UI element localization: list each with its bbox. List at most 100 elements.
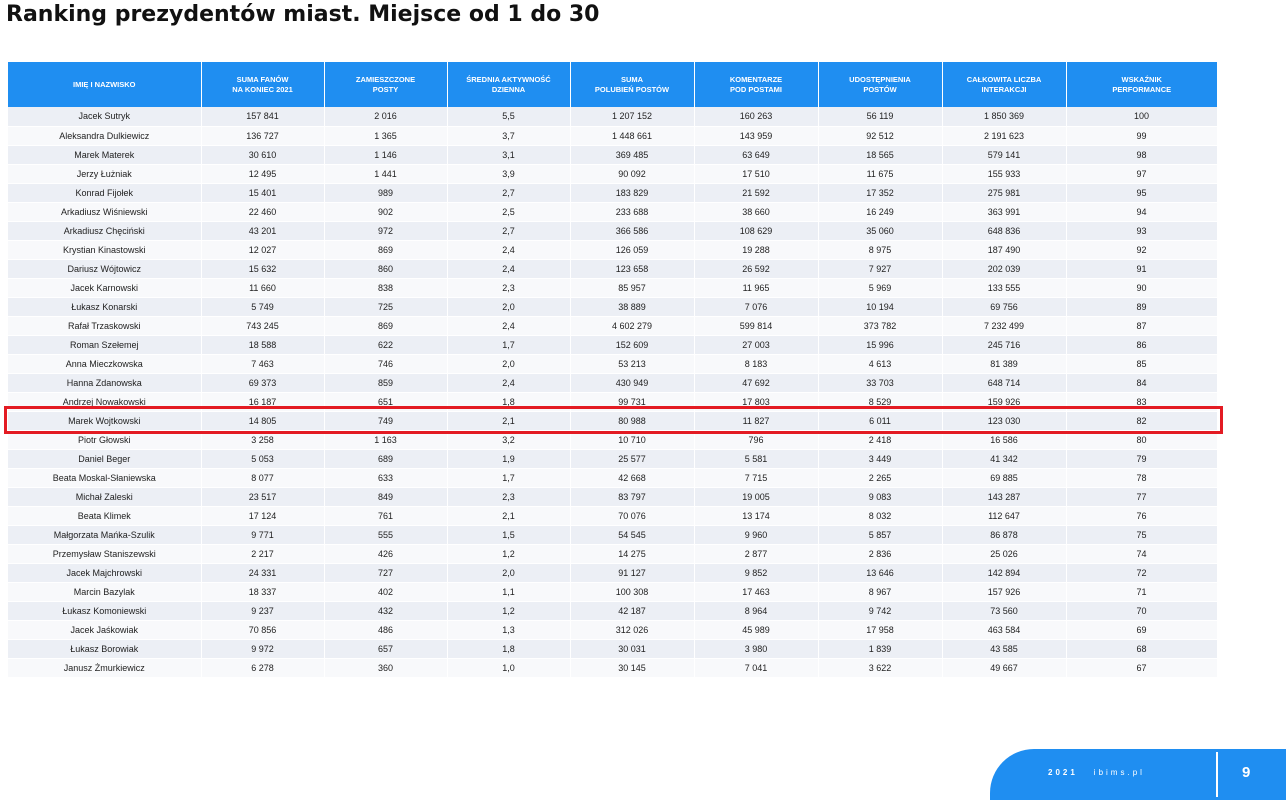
cell-col-shares: 8 032: [818, 506, 943, 526]
cell-col-daily-activity: 2,5: [447, 202, 571, 222]
cell-col-daily-activity: 1,8: [447, 639, 571, 659]
table-row: Hanna Zdanowska 69 373 859 2,4 430 949 47 692…: [8, 373, 1218, 393]
cell-col-name: Małgorzata Mańka-Szulik: [8, 525, 202, 545]
table-row: Jerzy Łużniak 12 495 1 441 3,9 90 092 17 510 1…: [8, 164, 1218, 184]
cell-col-performance: 78: [1066, 468, 1218, 488]
cell-col-fans: 18 588: [201, 335, 325, 355]
cell-col-name: Łukasz Konarski: [8, 297, 202, 317]
header-col-comments: KOMENTARZE POD POSTAMI: [694, 62, 819, 107]
cell-col-performance: 79: [1066, 449, 1218, 469]
cell-col-name: Jacek Sutryk: [8, 107, 202, 127]
header-line: SUMA FANÓW: [236, 74, 289, 84]
cell-col-comments: 26 592: [694, 259, 819, 279]
footer-text: 2021 ibims.pl: [1048, 768, 1145, 777]
cell-col-comments: 8 183: [694, 354, 819, 374]
cell-col-likes: 38 889: [570, 297, 695, 317]
cell-col-comments: 9 960: [694, 525, 819, 545]
header-col-posts: ZAMIESZCZONE POSTY: [324, 62, 448, 107]
cell-col-likes: 369 485: [570, 145, 695, 165]
cell-col-shares: 4 613: [818, 354, 943, 374]
cell-col-posts: 838: [324, 278, 448, 298]
table-row: Jacek Karnowski 11 660 838 2,3 85 957 11 965 5…: [8, 278, 1218, 298]
cell-col-daily-activity: 1,9: [447, 449, 571, 469]
cell-col-posts: 657: [324, 639, 448, 659]
cell-col-name: Marcin Bazylak: [8, 582, 202, 602]
cell-col-posts: 972: [324, 221, 448, 241]
header-line: ŚREDNIA AKTYWNOŚĆ DZIENNA: [466, 74, 551, 94]
cell-col-interactions: 463 584: [942, 620, 1067, 640]
cell-col-name: Anna Mieczkowska: [8, 354, 202, 374]
cell-col-interactions: 25 026: [942, 544, 1067, 564]
cell-col-likes: 91 127: [570, 563, 695, 583]
cell-col-shares: 9 083: [818, 487, 943, 507]
cell-col-interactions: 157 926: [942, 582, 1067, 602]
cell-col-posts: 761: [324, 506, 448, 526]
cell-col-fans: 15 401: [201, 183, 325, 203]
cell-col-interactions: 81 389: [942, 354, 1067, 374]
header-col-shares: UDOSTĘPNIENIA POSTÓW: [818, 62, 943, 107]
table-row: Daniel Beger 5 053 689 1,9 25 577 5 581 3 449 4…: [8, 449, 1218, 469]
cell-col-interactions: 579 141: [942, 145, 1067, 165]
cell-col-name: Hanna Zdanowska: [8, 373, 202, 393]
cell-col-fans: 2 217: [201, 544, 325, 564]
cell-col-interactions: 112 647: [942, 506, 1067, 526]
cell-col-performance: 95: [1066, 183, 1218, 203]
cell-col-fans: 9 771: [201, 525, 325, 545]
cell-col-daily-activity: 2,0: [447, 354, 571, 374]
header-col-fans: SUMA FANÓW NA KONIEC 2021: [201, 62, 325, 107]
cell-col-performance: 91: [1066, 259, 1218, 279]
cell-col-shares: 1 839: [818, 639, 943, 659]
cell-col-fans: 9 972: [201, 639, 325, 659]
cell-col-name: Daniel Beger: [8, 449, 202, 469]
cell-col-comments: 13 174: [694, 506, 819, 526]
cell-col-performance: 86: [1066, 335, 1218, 355]
cell-col-performance: 100: [1066, 107, 1218, 127]
cell-col-likes: 183 829: [570, 183, 695, 203]
cell-col-name: Beata Moskal-Słaniewska: [8, 468, 202, 488]
highlight-box: [4, 406, 1223, 434]
cell-col-name: Beata Klimek: [8, 506, 202, 526]
cell-col-fans: 743 245: [201, 316, 325, 336]
header-line: SUMA: [620, 74, 644, 84]
cell-col-posts: 869: [324, 316, 448, 336]
cell-col-daily-activity: 2,0: [447, 563, 571, 583]
page-title: Ranking prezydentów miast. Miejsce od 1 …: [6, 2, 600, 27]
cell-col-interactions: 73 560: [942, 601, 1067, 621]
cell-col-likes: 366 586: [570, 221, 695, 241]
cell-col-fans: 22 460: [201, 202, 325, 222]
table-row: Arkadiusz Chęciński 43 201 972 2,7 366 586 10…: [8, 221, 1218, 241]
table-row: Roman Szełemej 18 588 622 1,7 152 609 27 003 1…: [8, 335, 1218, 355]
cell-col-daily-activity: 1,7: [447, 468, 571, 488]
cell-col-interactions: 2 191 623: [942, 126, 1067, 146]
cell-col-performance: 71: [1066, 582, 1218, 602]
cell-col-likes: 126 059: [570, 240, 695, 260]
cell-col-name: Jacek Karnowski: [8, 278, 202, 298]
table-row: Przemysław Staniszewski 2 217 426 1,2 14 275…: [8, 544, 1218, 564]
cell-col-daily-activity: 5,5: [447, 107, 571, 127]
cell-col-comments: 45 989: [694, 620, 819, 640]
cell-col-posts: 860: [324, 259, 448, 279]
cell-col-likes: 14 275: [570, 544, 695, 564]
cell-col-posts: 689: [324, 449, 448, 469]
cell-col-posts: 1 365: [324, 126, 448, 146]
footer-year: 2021: [1048, 768, 1078, 777]
cell-col-performance: 75: [1066, 525, 1218, 545]
table-row: Arkadiusz Wiśniewski 22 460 902 2,5 233 688 3…: [8, 202, 1218, 222]
cell-col-shares: 9 742: [818, 601, 943, 621]
table-header-row: IMIĘ I NAZWISKO SUMA FANÓW NA KONIEC 2021 Z…: [8, 62, 1217, 107]
header-line: INTERAKCJI: [981, 84, 1027, 94]
page-number: 9: [1242, 764, 1251, 781]
table-row: Jacek Sutryk 157 841 2 016 5,5 1 207 152 160 …: [8, 107, 1218, 127]
header-line: POLUBIEŃ POSTÓW: [594, 84, 670, 94]
cell-col-interactions: 648 714: [942, 373, 1067, 393]
table-row: Anna Mieczkowska 7 463 746 2,0 53 213 8 183 4 …: [8, 354, 1218, 374]
cell-col-performance: 76: [1066, 506, 1218, 526]
cell-col-shares: 13 646: [818, 563, 943, 583]
cell-col-comments: 17 510: [694, 164, 819, 184]
cell-col-daily-activity: 1,5: [447, 525, 571, 545]
cell-col-name: Roman Szełemej: [8, 335, 202, 355]
cell-col-daily-activity: 1,2: [447, 601, 571, 621]
cell-col-likes: 123 658: [570, 259, 695, 279]
cell-col-performance: 92: [1066, 240, 1218, 260]
header-line: KOMENTARZE: [729, 74, 783, 84]
